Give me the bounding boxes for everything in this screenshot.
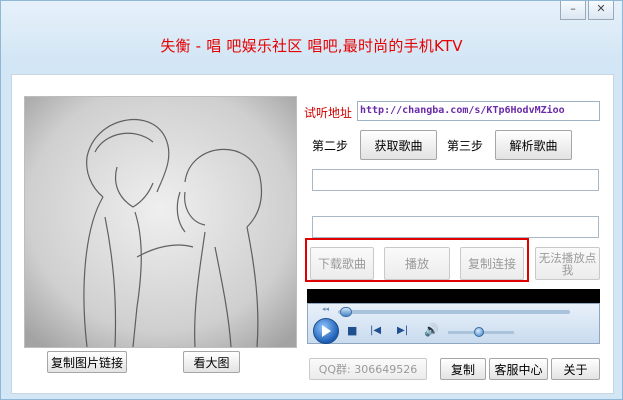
next-icon[interactable]: ▶|: [397, 325, 408, 336]
volume-slider[interactable]: [448, 327, 514, 337]
seek-back-icon[interactable]: ◂◂: [322, 305, 329, 313]
highlight-frame: [305, 238, 529, 282]
copy-image-link-button[interactable]: 复制图片链接: [47, 351, 127, 373]
copy-button[interactable]: 复制: [440, 358, 486, 380]
view-large-image-button[interactable]: 看大图: [183, 351, 240, 373]
seek-bar[interactable]: [338, 307, 570, 317]
play-icon[interactable]: [313, 318, 339, 344]
service-center-button[interactable]: 客服中心: [489, 358, 548, 380]
step3-label: 第三步: [447, 139, 484, 153]
qq-group-label: QQ群: 306649526: [309, 358, 427, 380]
close-button[interactable]: ✕: [588, 1, 614, 20]
listen-url-input[interactable]: http://changba.com/s/KTp6HodvMZioo: [357, 101, 600, 121]
window-controls: – ✕: [560, 1, 614, 20]
previous-icon[interactable]: |◀: [370, 325, 381, 336]
video-area: [307, 289, 600, 303]
parse-song-button[interactable]: 解析歌曲: [495, 130, 572, 160]
stop-icon[interactable]: ■: [347, 324, 357, 337]
song-link-field[interactable]: [312, 216, 599, 238]
cannot-play-button[interactable]: 无法播放点我: [535, 247, 600, 280]
window-title: 失衡 - 唱 吧娱乐社区 唱吧,最时尚的手机KTV: [160, 37, 463, 55]
listen-url-label: 试听地址: [304, 106, 353, 120]
sketch-illustration: [25, 97, 296, 347]
seek-handle[interactable]: [340, 307, 352, 317]
media-player: ◂◂ ■ |◀ ▶| 🔊: [307, 289, 600, 344]
step2-label: 第二步: [312, 139, 349, 153]
volume-handle[interactable]: [474, 327, 484, 337]
get-song-button[interactable]: 获取歌曲: [360, 130, 437, 160]
song-info-field[interactable]: [312, 169, 599, 191]
volume-icon[interactable]: 🔊: [424, 323, 439, 337]
cover-image: [24, 96, 297, 348]
about-button[interactable]: 关于: [551, 358, 600, 380]
player-controls: ◂◂ ■ |◀ ▶| 🔊: [307, 303, 600, 344]
minimize-button[interactable]: –: [560, 1, 586, 20]
